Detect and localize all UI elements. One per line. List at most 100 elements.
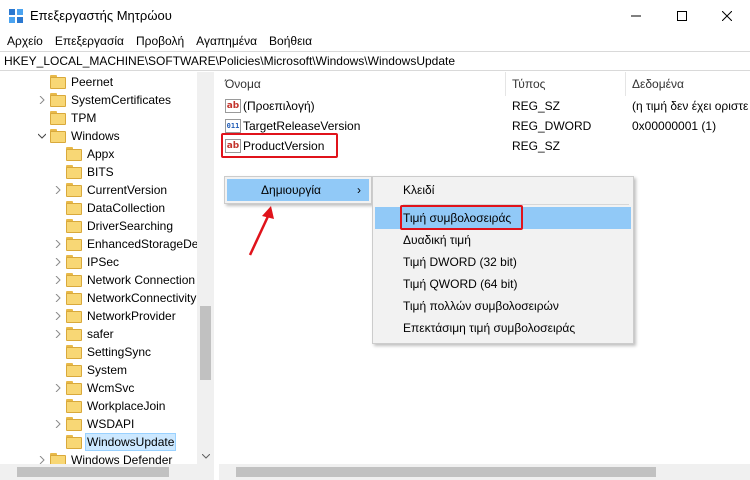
value-data: (η τιμή δεν έχει οριστε bbox=[632, 99, 749, 113]
tree-item[interactable]: Network Connection bbox=[50, 271, 196, 289]
tree-item-label: WorkplaceJoin bbox=[87, 399, 166, 413]
tree-item[interactable]: NetworkProvider bbox=[50, 307, 177, 325]
column-header-name[interactable]: Όνομα bbox=[219, 72, 506, 96]
tree-item[interactable]: SettingSync bbox=[50, 343, 152, 361]
submenu-item-expandable-string-value[interactable]: Επεκτάσιμη τιμή συμβολοσειράς bbox=[375, 317, 631, 339]
chevron-right-icon[interactable] bbox=[50, 325, 66, 343]
tree-item[interactable]: DataCollection bbox=[50, 199, 166, 217]
tree-item-label: WcmSvc bbox=[87, 381, 135, 395]
chevron-right-icon[interactable] bbox=[50, 415, 66, 433]
tree-item[interactable]: Peernet bbox=[34, 73, 114, 91]
chevron-right-icon[interactable] bbox=[34, 91, 50, 109]
menu-view[interactable]: Προβολή bbox=[130, 31, 190, 51]
minimize-icon bbox=[631, 15, 641, 16]
menu-item-new[interactable]: Δημιουργία › bbox=[227, 179, 369, 201]
close-icon bbox=[722, 10, 732, 21]
folder-icon bbox=[66, 147, 82, 161]
tree-item-label: SettingSync bbox=[87, 345, 152, 359]
folder-icon bbox=[66, 381, 82, 395]
value-row[interactable]: ab (Προεπιλογή) REG_SZ (η τιμή δεν έχει … bbox=[225, 96, 750, 116]
folder-icon bbox=[50, 111, 66, 125]
tree-item[interactable]: NetworkConnectivity bbox=[50, 289, 197, 307]
tree-item[interactable]: WindowsUpdate bbox=[50, 433, 177, 451]
chevron-right-icon: › bbox=[357, 183, 361, 197]
menu-bar: Αρχείο Επεξεργασία Προβολή Αγαπημένα Βοή… bbox=[0, 31, 750, 51]
tree-item-label: TPM bbox=[71, 111, 97, 125]
dword-value-icon: 011 bbox=[225, 119, 241, 133]
tree-item[interactable]: IPSec bbox=[50, 253, 120, 271]
menu-file[interactable]: Αρχείο bbox=[1, 31, 49, 51]
folder-icon bbox=[66, 201, 82, 215]
tree-item[interactable]: SystemCertificates bbox=[34, 91, 172, 109]
submenu-item-dword-value[interactable]: Τιμή DWORD (32 bit) bbox=[375, 251, 631, 273]
title-bar: Επεξεργαστής Μητρώου bbox=[0, 0, 750, 31]
annotation-arrow-icon bbox=[248, 206, 274, 256]
menu-item-new-label: Δημιουργία bbox=[261, 183, 321, 197]
menu-help[interactable]: Βοήθεια bbox=[263, 31, 318, 51]
folder-icon bbox=[66, 417, 82, 431]
chevron-right-icon[interactable] bbox=[50, 289, 66, 307]
tree-item-label: Peernet bbox=[71, 75, 114, 89]
tree-item[interactable]: System bbox=[50, 361, 128, 379]
tree-scroll-down-button[interactable] bbox=[197, 448, 214, 464]
tree-item[interactable]: WcmSvc bbox=[50, 379, 135, 397]
tree-item-label: BITS bbox=[87, 165, 114, 179]
folder-icon bbox=[66, 183, 82, 197]
tree-item[interactable]: Appx bbox=[50, 145, 115, 163]
folder-icon bbox=[50, 129, 66, 143]
column-header-data[interactable]: Δεδομένα bbox=[626, 72, 750, 96]
tree-item[interactable]: TPM bbox=[34, 109, 97, 127]
submenu-item-binary-value[interactable]: Δυαδική τιμή bbox=[375, 229, 631, 251]
chevron-right-icon[interactable] bbox=[50, 235, 66, 253]
folder-icon bbox=[66, 273, 82, 287]
window-title: Επεξεργαστής Μητρώου bbox=[30, 8, 172, 23]
tree-hscroll-thumb[interactable] bbox=[17, 467, 169, 477]
chevron-right-icon[interactable] bbox=[50, 181, 66, 199]
tree-item[interactable]: EnhancedStorageDe bbox=[50, 235, 199, 253]
tree-item[interactable]: WSDAPI bbox=[50, 415, 135, 433]
folder-icon bbox=[66, 309, 82, 323]
value-type: REG_SZ bbox=[512, 139, 561, 153]
tree-pane[interactable]: Peernet SystemCertificates TPM Windows Appx B… bbox=[0, 72, 214, 480]
chevron-right-icon[interactable] bbox=[50, 253, 66, 271]
chevron-down-icon[interactable] bbox=[34, 127, 50, 145]
tree-item-label: CurrentVersion bbox=[87, 183, 168, 197]
folder-icon bbox=[66, 291, 82, 305]
close-button[interactable] bbox=[704, 0, 750, 31]
column-header-type[interactable]: Τύπος bbox=[506, 72, 626, 96]
tree-scroll-thumb[interactable] bbox=[200, 306, 211, 380]
tree-item-label: DriverSearching bbox=[87, 219, 174, 233]
submenu-item-key[interactable]: Κλειδί bbox=[375, 179, 631, 201]
menu-favorites[interactable]: Αγαπημένα bbox=[190, 31, 263, 51]
tree-item[interactable]: BITS bbox=[50, 163, 115, 181]
values-hscroll-thumb[interactable] bbox=[236, 467, 656, 477]
scroll-corner bbox=[197, 464, 214, 480]
maximize-button[interactable] bbox=[659, 0, 705, 31]
tree-item[interactable]: safer bbox=[50, 325, 115, 343]
tree-item[interactable]: Windows bbox=[34, 127, 121, 145]
menu-edit[interactable]: Επεξεργασία bbox=[49, 31, 130, 51]
annotation-box-string-value bbox=[400, 205, 523, 230]
folder-icon bbox=[50, 75, 66, 89]
tree-item[interactable]: CurrentVersion bbox=[50, 181, 168, 199]
maximize-icon bbox=[677, 10, 687, 21]
chevron-right-icon[interactable] bbox=[50, 271, 66, 289]
minimize-button[interactable] bbox=[613, 0, 659, 31]
folder-icon bbox=[66, 363, 82, 377]
tree-item-label: NetworkProvider bbox=[87, 309, 176, 323]
chevron-right-icon[interactable] bbox=[50, 307, 66, 325]
tree-vertical-scrollbar[interactable] bbox=[197, 72, 214, 464]
submenu-item-multi-string-value[interactable]: Τιμή πολλών συμβολοσειρών bbox=[375, 295, 631, 317]
tree-item[interactable]: WorkplaceJoin bbox=[50, 397, 166, 415]
folder-icon bbox=[66, 219, 82, 233]
tree-item-label: System bbox=[87, 363, 128, 377]
tree-item[interactable]: DriverSearching bbox=[50, 217, 174, 235]
chevron-right-icon[interactable] bbox=[50, 379, 66, 397]
folder-icon bbox=[66, 327, 82, 341]
address-bar[interactable]: HKEY_LOCAL_MACHINE\SOFTWARE\Policies\Mic… bbox=[0, 51, 750, 71]
annotation-box-productversion bbox=[221, 133, 338, 158]
submenu-item-qword-value[interactable]: Τιμή QWORD (64 bit) bbox=[375, 273, 631, 295]
